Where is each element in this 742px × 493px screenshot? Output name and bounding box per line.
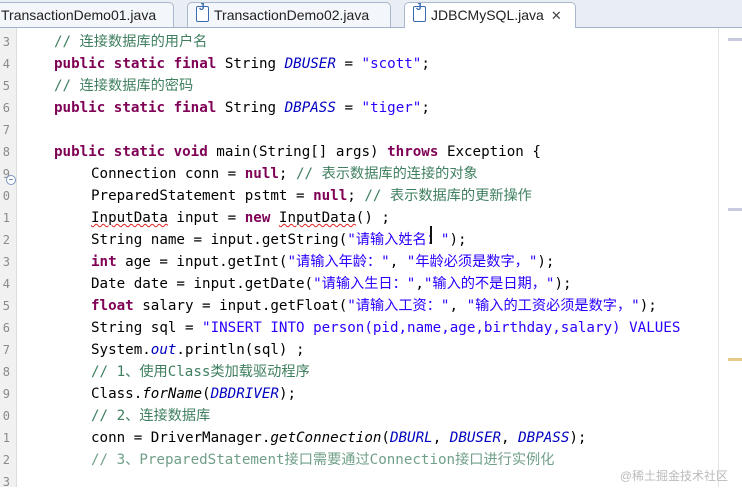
line-number: 5 bbox=[2, 79, 10, 93]
line-number: 7 bbox=[2, 343, 10, 357]
editor-tab-bar: TransactionDemo01.java TransactionDemo02… bbox=[0, 0, 742, 28]
line-number: 2 bbox=[2, 453, 10, 467]
line-number: 6 bbox=[2, 321, 10, 335]
ruler-marker[interactable] bbox=[728, 38, 742, 41]
tab-transactiondemo01[interactable]: TransactionDemo01.java bbox=[0, 2, 174, 27]
ruler-marker[interactable] bbox=[728, 358, 742, 361]
line-number: 2 bbox=[2, 233, 10, 247]
tab-transactiondemo02[interactable]: TransactionDemo02.java bbox=[187, 2, 391, 27]
code-line: String sql = "INSERT INTO person(pid,nam… bbox=[91, 320, 681, 336]
line-number: 8 bbox=[2, 365, 10, 379]
code-line: public static void main(String[] args) t… bbox=[54, 144, 541, 160]
watermark: @稀土掘金技术社区 bbox=[619, 469, 728, 483]
line-number: 3 bbox=[2, 255, 10, 269]
code-line: int age = input.getInt("请输入年龄：", "年龄必须是数… bbox=[91, 254, 555, 270]
code-line: String name = input.getString("请输入姓名："); bbox=[91, 232, 467, 248]
code-line: public static final String DBUSER = "sco… bbox=[54, 56, 430, 72]
ruler-marker[interactable] bbox=[728, 208, 742, 211]
line-number-gutter: 3 4 5 6 7 8 9 0 1 2 3 4 5 6 7 8 9 0 1 2 … bbox=[0, 28, 17, 489]
tab-label: JDBCMySQL.java bbox=[431, 7, 544, 23]
line-number: 1 bbox=[2, 211, 10, 225]
code-line: Class.forName(DBDRIVER); bbox=[91, 386, 297, 402]
line-number: 3 bbox=[2, 475, 10, 489]
line-number: 7 bbox=[2, 123, 10, 137]
code-line: Date date = input.getDate("请输入生日：","输入的不… bbox=[91, 276, 572, 292]
close-icon[interactable]: ✕ bbox=[551, 4, 562, 28]
line-number: 9 bbox=[2, 387, 10, 401]
code-line: // 3、PreparedStatement接口需要通过Connection接口… bbox=[91, 452, 555, 468]
code-line: // 2、连接数据库 bbox=[91, 408, 211, 424]
text-cursor bbox=[430, 226, 432, 244]
line-number: 0 bbox=[2, 409, 10, 423]
code-line: conn = DriverManager.getConnection(DBURL… bbox=[91, 430, 587, 446]
code-line: // 连接数据库的密码 bbox=[54, 78, 194, 94]
java-file-icon bbox=[413, 3, 426, 22]
code-line: // 连接数据库的用户名 bbox=[54, 34, 208, 50]
line-number: 0 bbox=[2, 189, 10, 203]
overview-ruler[interactable] bbox=[718, 28, 742, 487]
line-number: 1 bbox=[2, 431, 10, 445]
tab-label: TransactionDemo01.java bbox=[1, 7, 157, 23]
code-line: PreparedStatement pstmt = null; // 表示数据库… bbox=[91, 188, 532, 204]
tab-jdbcmysql[interactable]: JDBCMySQL.java ✕ bbox=[404, 2, 576, 28]
java-file-icon bbox=[196, 3, 209, 22]
code-line: Connection conn = null; // 表示数据库的连接的对象 bbox=[91, 166, 478, 182]
line-number: 4 bbox=[2, 277, 10, 291]
line-number: 8 bbox=[2, 145, 10, 159]
fold-toggle-icon[interactable]: − bbox=[6, 175, 16, 185]
code-line: // 1、使用Class类加载驱动程序 bbox=[91, 364, 310, 380]
line-number: 6 bbox=[2, 101, 10, 115]
line-number: 4 bbox=[2, 57, 10, 71]
tab-label: TransactionDemo02.java bbox=[214, 7, 370, 23]
code-line: System.out.println(sql) ; bbox=[91, 342, 305, 358]
line-number: 3 bbox=[2, 35, 10, 49]
line-number: 5 bbox=[2, 299, 10, 313]
code-line: public static final String DBPASS = "tig… bbox=[54, 100, 430, 116]
code-line: InputData input = new InputData() ; bbox=[91, 210, 390, 226]
code-line: float salary = input.getFloat("请输入工资：", … bbox=[91, 298, 657, 314]
code-editor[interactable]: // 连接数据库的用户名 public static final String … bbox=[18, 28, 718, 487]
